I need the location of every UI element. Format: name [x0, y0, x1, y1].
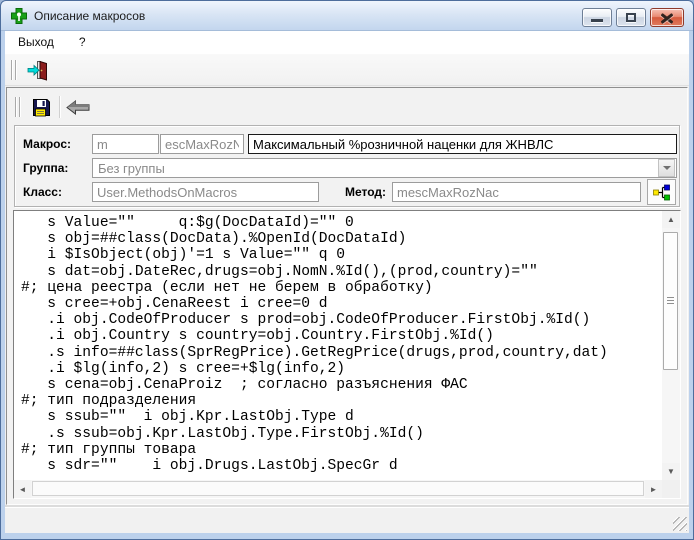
menu-exit[interactable]: Выход [14, 33, 58, 51]
macro-label: Макрос: [23, 137, 71, 151]
macro-description-input[interactable] [248, 134, 677, 154]
pharmacy-cross-icon [11, 8, 27, 24]
resize-grip-icon[interactable] [673, 517, 687, 531]
save-floppy-icon [31, 97, 52, 118]
window-title: Описание макросов [34, 9, 145, 23]
client-area: Выход ? [5, 31, 689, 533]
exit-door-icon [26, 59, 48, 81]
main-toolbar [5, 53, 689, 86]
method-tree-button[interactable] [647, 179, 676, 205]
close-icon [661, 13, 673, 23]
code-line: #; цена реестра (если нет не берем в обр… [21, 280, 662, 296]
vertical-scrollbar[interactable]: ▲ ▼ [662, 211, 680, 480]
dialog-window: Описание макросов Выход ? [0, 0, 694, 540]
scroll-left-button[interactable]: ◄ [14, 480, 31, 498]
code-line: i $IsObject(obj)'=1 s Value="" q 0 [21, 247, 662, 263]
toolbar-separator [59, 96, 60, 118]
minimize-button[interactable] [582, 8, 612, 27]
macro-name-input[interactable] [160, 134, 244, 154]
chevron-down-icon [663, 166, 671, 170]
code-line: s ssub="" i obj.Kpr.LastObj.Type d [21, 409, 662, 425]
toolbar-grip[interactable] [15, 97, 21, 117]
code-line: s sdr="" i obj.Drugs.LastObj.SpecGr d [21, 458, 662, 474]
form-toolbar [9, 90, 685, 124]
code-line: .i obj.CodeOfProducer s prod=obj.CodeOfP… [21, 312, 662, 328]
group-combobox[interactable]: Без группы [92, 158, 677, 178]
code-line: .i obj.Country s country=obj.Country.Fir… [21, 328, 662, 344]
scroll-up-button[interactable]: ▲ [662, 211, 680, 228]
menu-help[interactable]: ? [75, 33, 90, 51]
class-label: Класс: [23, 185, 62, 199]
code-line: s obj=##class(DocData).%OpenId(DocDataId… [21, 231, 662, 247]
scroll-down-button[interactable]: ▼ [662, 463, 680, 480]
code-line: .s info=##class(SprRegPrice).GetRegPrice… [21, 345, 662, 361]
maximize-icon [626, 13, 636, 22]
menubar: Выход ? [5, 31, 689, 53]
code-line: s dat=obj.DateRec,drugs=obj.NomN.%Id(),(… [21, 264, 662, 280]
class-input[interactable] [92, 182, 319, 202]
combo-dropdown-button[interactable] [658, 159, 675, 177]
class-tree-icon [652, 183, 671, 202]
code-editor[interactable]: s Value="" q:$g(DocDataId)="" 0 s obj=##… [14, 211, 662, 480]
group-value: Без группы [93, 161, 658, 176]
toolbar-grip[interactable] [11, 60, 17, 80]
code-line: #; тип группы товара [21, 442, 662, 458]
statusbar [5, 507, 689, 533]
titlebar[interactable]: Описание макросов [1, 1, 693, 31]
code-line: .i $lg(info,2) s cree=+$lg(info,2) [21, 361, 662, 377]
code-line: #; тип подразделения [21, 393, 662, 409]
code-line: s cree=+obj.CenaReest i cree=0 d [21, 296, 662, 312]
minimize-icon [591, 19, 603, 22]
vertical-scrollbar-thumb[interactable] [663, 232, 678, 370]
form-panel: Макрос: Группа: Без группы Класс: Метод: [6, 87, 688, 505]
code-line: s Value="" q:$g(DocDataId)="" 0 [21, 215, 662, 231]
back-button[interactable] [63, 94, 93, 121]
code-line: .s ssub=obj.Kpr.LastObj.Type.FirstObj.%I… [21, 426, 662, 442]
method-input[interactable] [392, 182, 641, 202]
scroll-right-button[interactable]: ► [645, 480, 662, 498]
macro-prefix-input[interactable] [92, 134, 159, 154]
close-button[interactable] [650, 8, 684, 27]
scrollbar-corner [662, 480, 680, 498]
group-label: Группа: [23, 161, 68, 175]
exit-button[interactable] [22, 56, 52, 83]
code-line: s cena=obj.CenaProiz ; согласно разъясне… [21, 377, 662, 393]
back-arrow-icon [66, 100, 90, 115]
method-label: Метод: [345, 185, 386, 199]
save-button[interactable] [26, 94, 56, 121]
horizontal-scrollbar-thumb[interactable] [32, 481, 644, 496]
code-editor-frame: s Value="" q:$g(DocDataId)="" 0 s obj=##… [13, 210, 681, 499]
macro-form-groupbox: Макрос: Группа: Без группы Класс: Метод: [14, 125, 680, 207]
maximize-button[interactable] [616, 8, 646, 27]
horizontal-scrollbar[interactable]: ◄ ► [14, 480, 662, 498]
